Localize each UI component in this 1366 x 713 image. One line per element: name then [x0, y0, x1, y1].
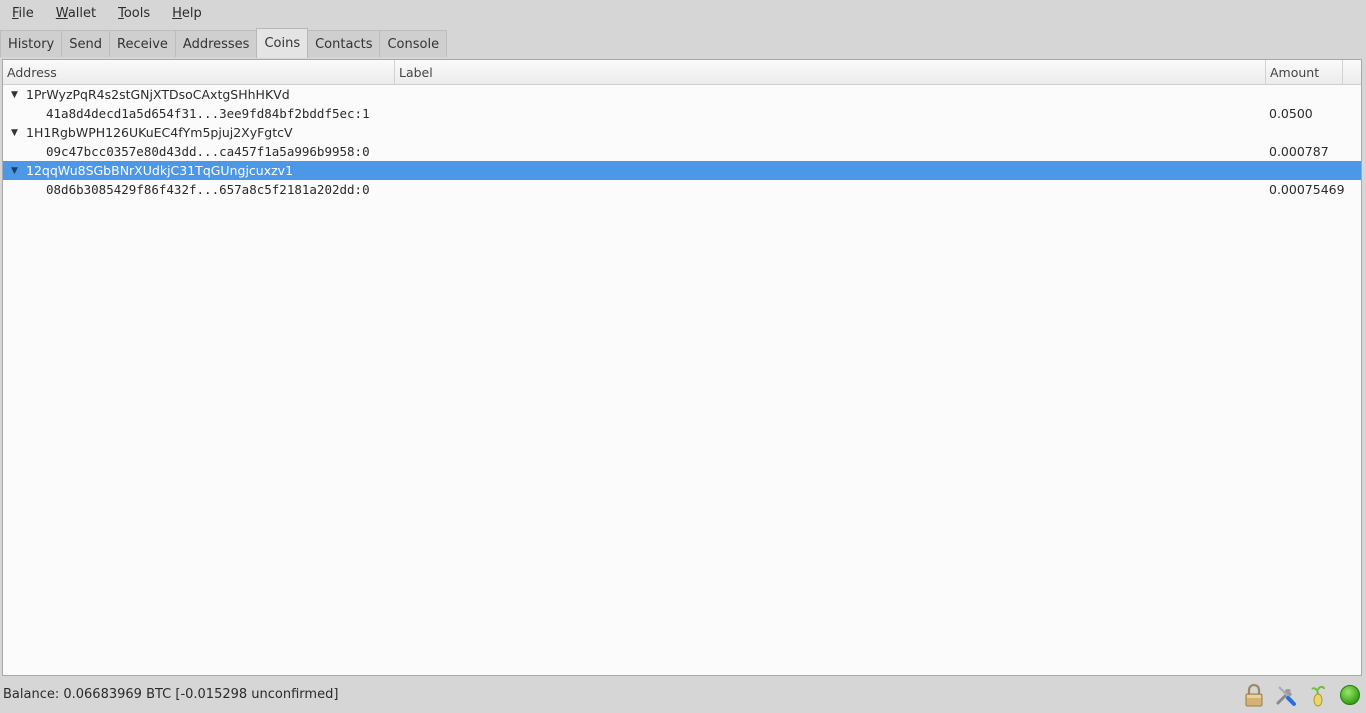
coin-row[interactable]: 41a8d4decd1a5d654f31...3ee9fd84bf2bddf5e…	[3, 104, 1361, 123]
outpoint-text: 41a8d4decd1a5d654f31...3ee9fd84bf2bddf5e…	[46, 106, 370, 121]
tab-send[interactable]: Send	[61, 30, 110, 57]
amount-text: 0.000787	[1269, 144, 1329, 159]
balance-text: Balance: 0.06683969 BTC [-0.015298 uncon…	[3, 687, 339, 702]
menu-file[interactable]: File	[0, 6, 44, 21]
outpoint-text: 09c47bcc0357e80d43dd...ca457f1a5a996b995…	[46, 144, 370, 159]
status-bar: Balance: 0.06683969 BTC [-0.015298 uncon…	[0, 678, 1366, 713]
tab-bar: History Send Receive Addresses Coins Con…	[0, 28, 448, 58]
preferences-icon[interactable]	[1274, 683, 1298, 707]
address-row[interactable]: ▼ 1H1RgbWPH126UKuEC4fYm5pjuj2XyFgtcV	[3, 123, 1361, 142]
tab-contacts[interactable]: Contacts	[307, 30, 381, 57]
table-header: Address Label Amount	[3, 60, 1361, 85]
column-header-label[interactable]: Label	[395, 60, 1266, 84]
address-row[interactable]: ▼ 1PrWyzPqR4s2stGNjXTDsoCAxtgSHhHKVd	[3, 85, 1361, 104]
seed-icon[interactable]	[1306, 683, 1330, 707]
expand-arrow-icon[interactable]: ▼	[11, 128, 18, 138]
coin-row[interactable]: 08d6b3085429f86f432f...657a8c5f2181a202d…	[3, 180, 1361, 199]
column-header-spacer	[1343, 60, 1361, 84]
coins-panel: Address Label Amount ▼ 1PrWyzPqR4s2stGNj…	[2, 59, 1362, 676]
coin-row[interactable]: 09c47bcc0357e80d43dd...ca457f1a5a996b995…	[3, 142, 1361, 161]
tab-addresses[interactable]: Addresses	[174, 30, 258, 57]
expand-arrow-icon[interactable]: ▼	[11, 166, 18, 176]
tab-receive[interactable]: Receive	[109, 30, 176, 57]
tab-coins[interactable]: Coins	[256, 28, 309, 58]
tab-console[interactable]: Console	[379, 30, 448, 57]
lock-icon[interactable]	[1242, 683, 1266, 707]
address-row-selected[interactable]: ▼ 12qqWu8SGbBNrXUdkjC31TqGUngjcuxzv1	[3, 161, 1361, 180]
coins-tree: ▼ 1PrWyzPqR4s2stGNjXTDsoCAxtgSHhHKVd 41a…	[3, 85, 1361, 199]
address-text: 1PrWyzPqR4s2stGNjXTDsoCAxtgSHhHKVd	[26, 87, 290, 102]
address-text: 12qqWu8SGbBNrXUdkjC31TqGUngjcuxzv1	[26, 163, 294, 178]
column-header-address[interactable]: Address	[3, 60, 395, 84]
status-icons	[1242, 683, 1362, 707]
outpoint-text: 08d6b3085429f86f432f...657a8c5f2181a202d…	[46, 182, 370, 197]
network-status-icon[interactable]	[1338, 683, 1362, 707]
menu-bar: File Wallet Tools Help	[0, 0, 1366, 27]
amount-text: 0.0500	[1269, 106, 1313, 121]
expand-arrow-icon[interactable]: ▼	[11, 90, 18, 100]
amount-text: 0.00075469	[1269, 182, 1345, 197]
address-text: 1H1RgbWPH126UKuEC4fYm5pjuj2XyFgtcV	[26, 125, 293, 140]
column-header-amount[interactable]: Amount	[1266, 60, 1343, 84]
tab-history[interactable]: History	[0, 30, 63, 57]
menu-tools[interactable]: Tools	[106, 6, 160, 21]
menu-wallet[interactable]: Wallet	[44, 6, 106, 21]
menu-help[interactable]: Help	[160, 6, 212, 21]
